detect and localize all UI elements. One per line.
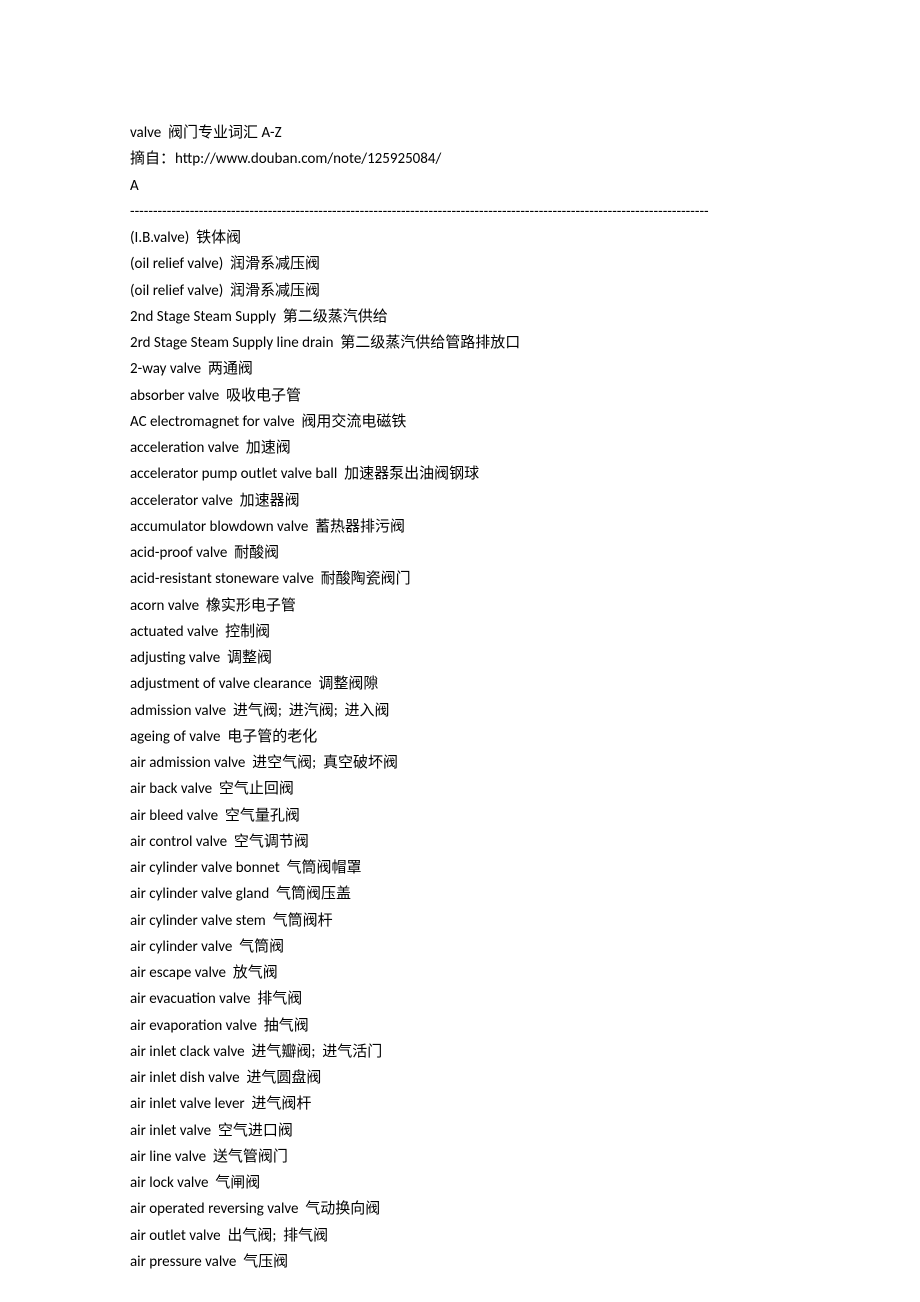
glossary-entry: ageing of valve 电子管的老化 [130, 724, 790, 750]
glossary-entry: air cylinder valve gland 气筒阀压盖 [130, 881, 790, 907]
glossary-entry: actuated valve 控制阀 [130, 619, 790, 645]
glossary-entry: air inlet valve lever 进气阀杆 [130, 1091, 790, 1117]
glossary-entry: (I.B.valve) 铁体阀 [130, 225, 790, 251]
glossary-entry: accelerator pump outlet valve ball 加速器泵出… [130, 461, 790, 487]
glossary-entry: air cylinder valve 气筒阀 [130, 934, 790, 960]
glossary-entry: air inlet dish valve 进气圆盘阀 [130, 1065, 790, 1091]
glossary-entry: 2nd Stage Steam Supply 第二级蒸汽供给 [130, 304, 790, 330]
glossary-entry: air inlet valve 空气进口阀 [130, 1118, 790, 1144]
glossary-entry: air outlet valve 出气阀; 排气阀 [130, 1223, 790, 1249]
glossary-entry: 2rd Stage Steam Supply line drain 第二级蒸汽供… [130, 330, 790, 356]
source-line: 摘自：http://www.douban.com/note/125925084/ [130, 146, 790, 172]
glossary-entry: air evacuation valve 排气阀 [130, 986, 790, 1012]
glossary-entry: admission valve 进气阀; 进汽阀; 进入阀 [130, 698, 790, 724]
glossary-entry: acorn valve 橡实形电子管 [130, 593, 790, 619]
glossary-entry: accelerator valve 加速器阀 [130, 488, 790, 514]
glossary-entry: air line valve 送气管阀门 [130, 1144, 790, 1170]
glossary-entry: air escape valve 放气阀 [130, 960, 790, 986]
glossary-entry: absorber valve 吸收电子管 [130, 383, 790, 409]
glossary-entry: air inlet clack valve 进气瓣阀; 进气活门 [130, 1039, 790, 1065]
glossary-entry: adjusting valve 调整阀 [130, 645, 790, 671]
glossary-entry: air evaporation valve 抽气阀 [130, 1013, 790, 1039]
section-letter: A [130, 173, 790, 199]
glossary-entry: adjustment of valve clearance 调整阀隙 [130, 671, 790, 697]
glossary-entry: acid-proof valve 耐酸阀 [130, 540, 790, 566]
glossary-entry: accumulator blowdown valve 蓄热器排污阀 [130, 514, 790, 540]
glossary-entry: (oil relief valve) 润滑系减压阀 [130, 251, 790, 277]
glossary-entry: air lock valve 气闸阀 [130, 1170, 790, 1196]
glossary-entry: air bleed valve 空气量孔阀 [130, 803, 790, 829]
glossary-entry: (oil relief valve) 润滑系减压阀 [130, 278, 790, 304]
glossary-entry: air control valve 空气调节阀 [130, 829, 790, 855]
document-title: valve 阀门专业词汇 A-Z [130, 120, 790, 146]
glossary-entry: acid-resistant stoneware valve 耐酸陶瓷阀门 [130, 566, 790, 592]
section-divider: ----------------------------------------… [130, 199, 790, 225]
glossary-entry: air cylinder valve stem 气筒阀杆 [130, 908, 790, 934]
glossary-entry: 2-way valve 两通阀 [130, 356, 790, 382]
glossary-entry: AC electromagnet for valve 阀用交流电磁铁 [130, 409, 790, 435]
glossary-entry: air pressure valve 气压阀 [130, 1249, 790, 1275]
glossary-entry: air admission valve 进空气阀; 真空破坏阀 [130, 750, 790, 776]
glossary-entry: acceleration valve 加速阀 [130, 435, 790, 461]
glossary-entry: air cylinder valve bonnet 气筒阀帽罩 [130, 855, 790, 881]
glossary-entry: air back valve 空气止回阀 [130, 776, 790, 802]
glossary-entry: air operated reversing valve 气动换向阀 [130, 1196, 790, 1222]
